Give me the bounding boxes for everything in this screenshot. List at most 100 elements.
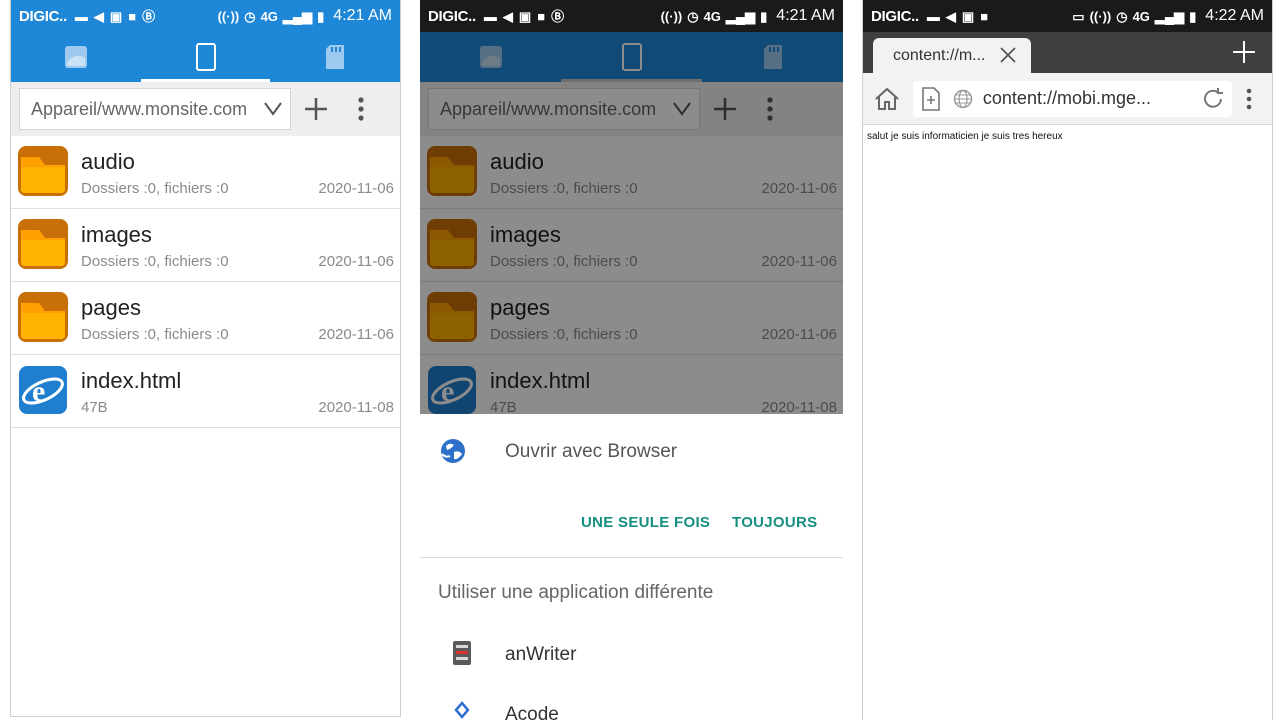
- new-tab-plus-icon[interactable]: [1232, 40, 1256, 64]
- file-info: 47B: [81, 399, 108, 416]
- app-label: anWriter: [505, 644, 577, 665]
- app-option-anwriter[interactable]: anWriter: [420, 626, 843, 686]
- cast-icon: ▭: [1072, 8, 1085, 24]
- browser-tab[interactable]: content://m...: [873, 38, 1031, 73]
- acode-icon: [454, 701, 470, 719]
- notification-icons: ▬ ◀ ▣ ■: [927, 10, 988, 23]
- clock: 4:22 AM: [1205, 7, 1264, 24]
- browser-toolbar: content://mobi.mge...: [863, 73, 1272, 125]
- phone-browser: DIGIC.. ▬ ◀ ▣ ■ ▭ ((·)) ◷ 4G ▂▄▆ ▮ 4:22 …: [862, 0, 1273, 720]
- alarm-icon: ◷: [1116, 8, 1128, 24]
- hotspot-icon: ((·)): [660, 8, 683, 24]
- list-item[interactable]: e index.html 47B 2020-11-08: [11, 355, 400, 428]
- clock: 4:21 AM: [776, 7, 835, 24]
- other-apps-header: Utiliser une application différente: [420, 558, 843, 626]
- alarm-icon: ◷: [244, 8, 256, 24]
- network-type-icon: 4G: [1132, 8, 1150, 24]
- status-bar: DIGIC.. ▬ ◀ ▣ ■ Ⓑ ((·)) ◷ 4G ▂▄▆ ▮ 4:21 …: [11, 0, 400, 32]
- network-type-icon: 4G: [260, 8, 278, 24]
- file-info: Dossiers :0, fichiers :0: [81, 326, 229, 343]
- anwriter-icon: [453, 641, 471, 665]
- folder-icon: [18, 292, 68, 342]
- close-icon[interactable]: [999, 46, 1017, 64]
- file-info: Dossiers :0, fichiers :0: [81, 253, 229, 270]
- open-with-sheet: Ouvrir avec Browser UNE SEULE FOIS TOUJO…: [420, 414, 843, 720]
- system-icons: ((·)) ◷ 4G ▂▄▆ ▮ 4:21 AM: [661, 7, 835, 25]
- chat-icon: ▬: [483, 8, 497, 24]
- always-button[interactable]: TOUJOURS: [732, 514, 817, 531]
- dialog-buttons: UNE SEULE FOIS TOUJOURS: [420, 488, 843, 558]
- address-bar[interactable]: content://mobi.mge...: [912, 80, 1233, 117]
- dim-overlay[interactable]: [420, 32, 843, 414]
- path-text: Appareil/www.monsite.com: [31, 98, 248, 119]
- browser-menu-button[interactable]: [1232, 87, 1266, 111]
- hotspot-icon: ((·)): [217, 8, 240, 24]
- file-name: pages: [81, 295, 141, 320]
- battery-icon: ▮: [760, 8, 768, 24]
- alarm-icon: ◷: [687, 8, 699, 24]
- phone-icon: [195, 43, 216, 71]
- network-type-icon: 4G: [703, 8, 721, 24]
- sd-card-icon: [326, 45, 345, 69]
- tab-title: content://m...: [893, 46, 986, 64]
- globe-icon: [953, 89, 973, 108]
- b-icon: Ⓑ: [142, 8, 156, 24]
- page-content: salut je suis informaticien je suis tres…: [867, 131, 1063, 142]
- tab-device[interactable]: [140, 32, 271, 82]
- reload-icon[interactable]: [1200, 86, 1226, 112]
- notification-icons: ▬ ◀ ▣ ■ Ⓑ: [75, 10, 155, 23]
- storage-tabs: [11, 32, 400, 82]
- carrier-label: DIGIC..: [19, 7, 67, 25]
- signal-icon: ▂▄▆: [282, 8, 313, 24]
- video-icon: ■: [128, 8, 137, 24]
- tab-external-storage[interactable]: [270, 32, 400, 82]
- page-add-icon[interactable]: [921, 86, 941, 111]
- file-date: 2020-11-06: [318, 326, 394, 343]
- list-item[interactable]: images Dossiers :0, fichiers :0 2020-11-…: [11, 209, 400, 282]
- file-name: images: [81, 222, 152, 247]
- browser-globe-icon: [441, 439, 465, 463]
- default-app-row[interactable]: Ouvrir avec Browser: [420, 414, 843, 488]
- list-item[interactable]: pages Dossiers :0, fichiers :0 2020-11-0…: [11, 282, 400, 355]
- status-bar: DIGIC.. ▬ ◀ ▣ ■ Ⓑ ((·)) ◷ 4G ▂▄▆ ▮ 4:21 …: [420, 0, 843, 32]
- file-date: 2020-11-06: [318, 180, 394, 197]
- send-icon: ◀: [502, 8, 513, 24]
- system-icons: ((·)) ◷ 4G ▂▄▆ ▮ 4:21 AM: [218, 7, 392, 25]
- overflow-menu-button[interactable]: [341, 96, 381, 122]
- notification-icons: ▬ ◀ ▣ ■ Ⓑ: [484, 10, 564, 23]
- svg-text:e: e: [32, 375, 45, 408]
- more-vert-icon: [1246, 88, 1252, 109]
- file-info: Dossiers :0, fichiers :0: [81, 180, 229, 197]
- system-icons: ▭ ((·)) ◷ 4G ▂▄▆ ▮ 4:22 AM: [1072, 7, 1264, 25]
- video-icon: ■: [537, 8, 546, 24]
- file-list: audio Dossiers :0, fichiers :0 2020-11-0…: [11, 136, 400, 428]
- folder-icon: [18, 146, 68, 196]
- folder-icon: [18, 219, 68, 269]
- battery-icon: ▮: [317, 8, 325, 24]
- plus-icon: [305, 98, 327, 120]
- clock: 4:21 AM: [333, 7, 392, 24]
- phone-file-explorer: DIGIC.. ▬ ◀ ▣ ■ Ⓑ ((·)) ◷ 4G ▂▄▆ ▮ 4:21 …: [10, 0, 401, 717]
- other-apps-label: Utiliser une application différente: [438, 582, 714, 603]
- file-date: 2020-11-08: [318, 399, 394, 416]
- phone-open-with-dialog: DIGIC.. ▬ ◀ ▣ ■ Ⓑ ((·)) ◷ 4G ▂▄▆ ▮ 4:21 …: [420, 0, 843, 720]
- signal-icon: ▂▄▆: [725, 8, 756, 24]
- just-once-button[interactable]: UNE SEULE FOIS: [581, 514, 710, 531]
- signal-icon: ▂▄▆: [1154, 8, 1185, 24]
- download-icon: ▣: [961, 8, 975, 24]
- file-name: audio: [81, 149, 135, 174]
- hotspot-icon: ((·)): [1089, 8, 1112, 24]
- path-selector[interactable]: Appareil/www.monsite.com: [19, 88, 291, 130]
- send-icon: ◀: [93, 8, 104, 24]
- home-icon: [875, 87, 899, 110]
- add-button[interactable]: [291, 96, 341, 122]
- tab-sd-card[interactable]: [11, 32, 141, 82]
- ie-html-icon: e: [19, 366, 67, 414]
- app-option-acode[interactable]: Acode: [420, 686, 843, 720]
- carrier-label: DIGIC..: [871, 7, 919, 25]
- carrier-label: DIGIC..: [428, 7, 476, 25]
- chevron-down-icon: [264, 102, 282, 116]
- list-item[interactable]: audio Dossiers :0, fichiers :0 2020-11-0…: [11, 136, 400, 209]
- home-button[interactable]: [869, 87, 905, 111]
- file-date: 2020-11-06: [318, 253, 394, 270]
